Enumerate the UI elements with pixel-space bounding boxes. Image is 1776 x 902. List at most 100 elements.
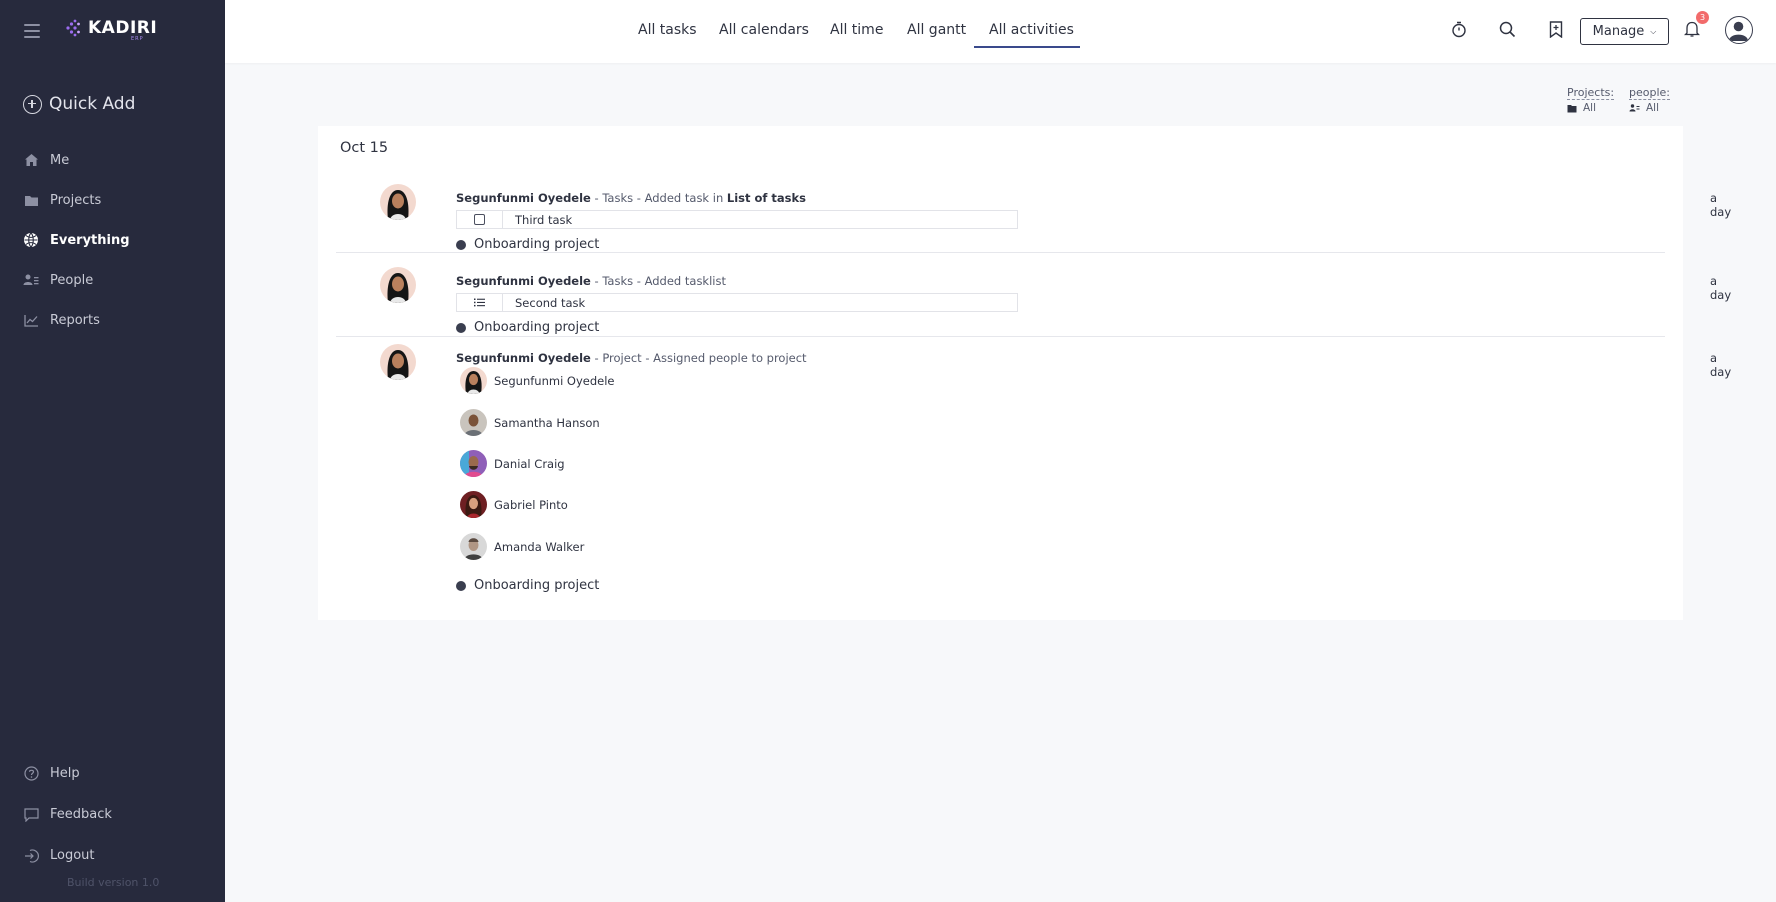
notification-badge: 3 — [1696, 11, 1709, 24]
people-icon — [1629, 104, 1640, 112]
activity-action: Assigned people to project — [653, 351, 807, 365]
activity-action: Added tasklist — [644, 274, 726, 288]
sidebar-item-everything[interactable]: Everything — [0, 220, 225, 260]
sidebar-item-people[interactable]: People — [0, 260, 225, 300]
activity-module: Tasks — [602, 191, 634, 205]
people-icon — [23, 273, 39, 287]
sidebar-item-reports[interactable]: Reports — [0, 300, 225, 340]
task-name[interactable]: Third task — [515, 213, 572, 227]
activity-date: Oct 15 — [340, 140, 389, 156]
activity-time: a day — [1710, 191, 1732, 219]
tasklist-row[interactable]: Second task — [456, 293, 1018, 312]
activity-entry: Segunfunmi Oyedele - Tasks - Added taskl… — [336, 253, 1731, 337]
person-name: Amanda Walker — [494, 539, 585, 554]
quick-add-label: Quick Add — [49, 94, 136, 114]
project-color-dot — [456, 322, 466, 333]
manage-label: Manage — [1592, 24, 1645, 39]
avatar[interactable] — [380, 267, 416, 303]
avatar — [460, 533, 487, 560]
avatar — [460, 491, 487, 518]
task-row[interactable]: Third task — [456, 210, 1018, 229]
list-icon — [474, 298, 485, 307]
actor-name[interactable]: Segunfunmi Oyedele — [456, 351, 591, 365]
activity-time: a day — [1710, 274, 1732, 302]
activity-separator: - — [641, 351, 654, 365]
avatar[interactable] — [380, 344, 416, 380]
sidebar-item-label: Me — [50, 152, 70, 168]
activity-text: Segunfunmi Oyedele - Tasks - Added taskl… — [456, 274, 726, 288]
quick-add-button[interactable]: Quick Add — [23, 94, 135, 114]
activity-action: Added task in — [644, 191, 724, 205]
task-checkbox[interactable] — [474, 214, 485, 225]
active-tab-indicator — [974, 46, 1080, 48]
activity-target-link[interactable]: List of tasks — [727, 191, 806, 205]
assigned-person[interactable]: Gabriel Pinto — [460, 491, 568, 518]
feedback-icon — [23, 807, 39, 822]
activity-separator: - — [633, 191, 645, 205]
person-name: Danial Craig — [494, 456, 565, 471]
activity-text: Segunfunmi Oyedele - Project - Assigned … — [456, 351, 807, 365]
person-name: Samantha Hanson — [494, 415, 600, 430]
tab-all-activities[interactable]: All activities — [989, 22, 1074, 38]
project-line[interactable]: Onboarding project — [456, 320, 599, 335]
activity-text: Segunfunmi Oyedele - Tasks - Added task … — [456, 191, 806, 205]
project-name: Onboarding project — [474, 237, 600, 252]
user-avatar[interactable] — [1725, 16, 1753, 44]
timer-icon[interactable] — [1449, 19, 1469, 39]
tab-all-calendars[interactable]: All calendars — [719, 22, 809, 38]
project-line[interactable]: Onboarding project — [456, 578, 599, 593]
kadiri-logo-icon — [66, 19, 80, 37]
activity-entry: Segunfunmi Oyedele - Tasks - Added task … — [336, 170, 1731, 253]
app-logo[interactable]: KADIRI — [64, 18, 157, 38]
actor-name[interactable]: Segunfunmi Oyedele — [456, 191, 591, 205]
sidebar-nav: Me Projects Everything People Reports — [0, 140, 225, 340]
project-name: Onboarding project — [474, 320, 600, 335]
project-name: Onboarding project — [474, 578, 600, 593]
activity-separator: - — [590, 274, 603, 288]
chevron-down-icon: ⌵ — [1650, 26, 1657, 36]
tab-all-time[interactable]: All time — [830, 22, 883, 38]
assigned-person[interactable]: Amanda Walker — [460, 533, 584, 560]
projects-filter[interactable]: Projects: All — [1567, 86, 1615, 114]
activity-module: Project — [602, 351, 642, 365]
sidebar-item-help[interactable]: Help — [0, 753, 225, 794]
sidebar-item-projects[interactable]: Projects — [0, 180, 225, 220]
project-color-dot — [456, 239, 466, 250]
project-line[interactable]: Onboarding project — [456, 237, 599, 252]
hamburger-menu-icon[interactable] — [24, 24, 40, 38]
tasklist-icon-cell — [457, 294, 503, 311]
sidebar-item-label: People — [50, 272, 94, 288]
person-name: Gabriel Pinto — [494, 497, 568, 512]
projects-filter-value: All — [1583, 102, 1597, 114]
tab-all-gantt[interactable]: All gantt — [907, 22, 966, 38]
assigned-person[interactable]: Samantha Hanson — [460, 409, 600, 436]
people-filter[interactable]: people: All — [1629, 86, 1670, 114]
sidebar-item-me[interactable]: Me — [0, 140, 225, 180]
avatar — [460, 409, 487, 436]
top-bar: All tasks All calendars All time All gan… — [225, 0, 1776, 63]
actor-name[interactable]: Segunfunmi Oyedele — [456, 274, 591, 288]
sidebar-item-logout[interactable]: Logout — [0, 835, 225, 876]
activity-module: Tasks — [602, 274, 634, 288]
projects-filter-label: Projects: — [1567, 86, 1615, 100]
sidebar-item-feedback[interactable]: Feedback — [0, 794, 225, 835]
tasklist-name[interactable]: Second task — [515, 296, 585, 310]
project-color-dot — [456, 580, 466, 591]
bookmark-add-icon[interactable] — [1546, 19, 1566, 39]
activity-card: Oct 15 Segunfunmi Oyedele - Tasks - Adde… — [318, 126, 1731, 620]
assigned-person[interactable]: Danial Craig — [460, 450, 565, 477]
activity-time: a day — [1710, 351, 1732, 379]
assigned-person[interactable]: Segunfunmi Oyedele — [460, 367, 615, 394]
logout-icon — [23, 848, 39, 863]
folder-icon — [23, 193, 39, 207]
sidebar-item-label: Feedback — [50, 807, 112, 822]
manage-dropdown-button[interactable]: Manage ⌵ — [1580, 18, 1669, 45]
search-icon[interactable] — [1497, 19, 1517, 39]
everything-icon — [23, 232, 39, 248]
logo-text: KADIRI — [88, 18, 158, 38]
sidebar-item-label: Logout — [50, 848, 95, 863]
avatar[interactable] — [380, 184, 416, 220]
tab-all-tasks[interactable]: All tasks — [638, 22, 697, 38]
sidebar: KADIRI ERP Quick Add Me Projects Everyth… — [0, 0, 225, 902]
person-name: Segunfunmi Oyedele — [494, 373, 615, 388]
